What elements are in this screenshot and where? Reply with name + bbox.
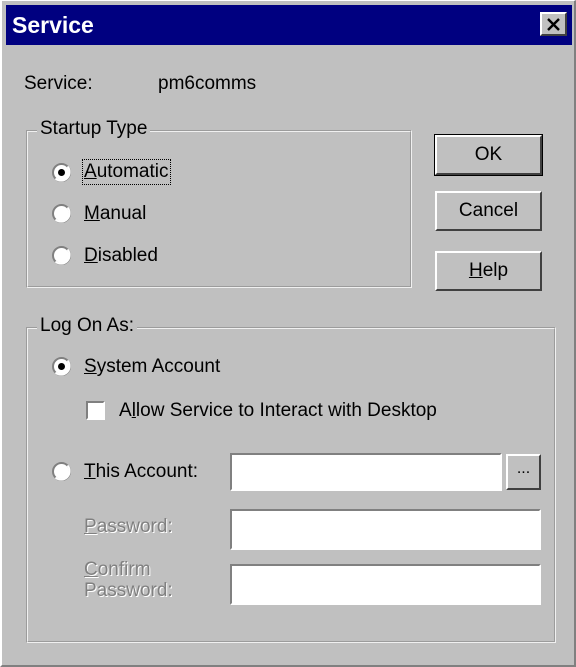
close-icon: [547, 18, 560, 31]
confirm-password-input[interactable]: [230, 564, 541, 605]
cancel-label: Cancel: [458, 200, 519, 221]
service-label: Service:: [24, 73, 93, 94]
help-button[interactable]: Help: [435, 251, 542, 291]
ok-button[interactable]: OK: [434, 134, 543, 176]
cancel-button[interactable]: Cancel: [435, 191, 542, 231]
service-name: pm6comms: [158, 73, 257, 94]
system-account-label: System Account: [84, 356, 221, 377]
help-label: Help: [468, 260, 509, 281]
password-input[interactable]: [230, 509, 541, 550]
allow-interact-label: Allow Service to Interact with Desktop: [119, 400, 437, 421]
account-input[interactable]: [230, 453, 502, 491]
ok-label: OK: [474, 144, 503, 165]
this-account-label: This Account:: [84, 461, 199, 482]
radio-button-icon: [52, 246, 71, 265]
automatic-label: Automatic: [82, 159, 171, 185]
radio-button-icon: [52, 357, 71, 376]
confirm-password-label: Confirm Password:: [84, 559, 173, 601]
service-dialog: Service Service: pm6comms Startup Type A…: [0, 0, 576, 667]
log-on-as-legend: Log On As:: [37, 315, 138, 337]
browse-button[interactable]: ...: [506, 454, 541, 490]
radio-button-icon: [52, 462, 71, 481]
window-title: Service: [12, 12, 94, 38]
browse-label: ...: [516, 460, 531, 477]
checkbox-icon: [86, 401, 105, 420]
title-bar: Service: [6, 5, 572, 45]
password-label: Password:: [84, 516, 173, 537]
radio-button-icon: [52, 204, 71, 223]
disabled-label: Disabled: [84, 245, 158, 266]
manual-label: Manual: [84, 203, 147, 224]
radio-button-icon: [52, 163, 71, 182]
startup-type-legend: Startup Type: [37, 118, 151, 140]
close-button[interactable]: [540, 12, 567, 36]
